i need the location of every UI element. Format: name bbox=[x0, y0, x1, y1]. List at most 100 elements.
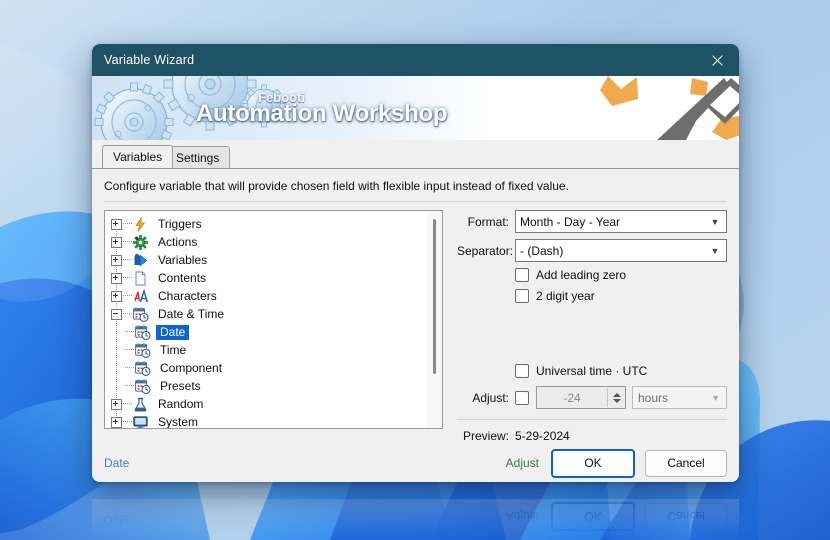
variable-arrow-icon bbox=[133, 253, 150, 268]
adjust-label: Adjust: bbox=[472, 390, 509, 405]
tab-variables[interactable]: Variables bbox=[102, 145, 174, 168]
tree-connector bbox=[123, 295, 132, 297]
calendar-clock-icon bbox=[135, 378, 152, 394]
leading-zero-label: Add leading zero bbox=[536, 268, 627, 282]
tree-item-label: Variables bbox=[158, 252, 208, 267]
format-select[interactable]: Month - Day - Year ▼ bbox=[515, 210, 727, 233]
tree-connector bbox=[123, 421, 132, 423]
dialog-title: Variable Wizard bbox=[104, 53, 195, 67]
tree-item-date-time[interactable]: Date & Time bbox=[105, 305, 442, 323]
tree-item-presets[interactable]: Presets bbox=[105, 377, 442, 395]
adjust-value: -24 bbox=[563, 390, 581, 405]
tree-item-system[interactable]: System bbox=[105, 413, 442, 428]
two-digit-year-label: 2 digit year bbox=[536, 289, 595, 303]
tree-item-triggers[interactable]: Triggers bbox=[105, 215, 442, 233]
tree-connector bbox=[123, 277, 132, 279]
tree-connector bbox=[125, 349, 134, 351]
tree-item-date[interactable]: Date bbox=[105, 323, 442, 341]
brand-product: Automation Workshop bbox=[196, 100, 448, 127]
tree-item-label: Time bbox=[160, 342, 187, 357]
tree-connector bbox=[123, 241, 132, 243]
dialog-description: Configure variable that will provide cho… bbox=[104, 179, 569, 193]
options-pane: Format: Month - Day - Year ▼ Separator: … bbox=[443, 210, 727, 443]
calendar-clock-icon bbox=[135, 342, 152, 358]
separator-value: - (Dash) bbox=[520, 243, 564, 258]
variable-tree[interactable]: Triggers Actions Variables Contents Characte… bbox=[104, 210, 443, 429]
adjust-link[interactable]: Adjust bbox=[506, 456, 539, 470]
tab-bar: Variables Settings bbox=[102, 145, 739, 168]
preview-value: 5-29-2024 bbox=[515, 429, 570, 443]
tree-connector bbox=[123, 259, 132, 261]
stepper-arrows-icon[interactable] bbox=[607, 388, 625, 407]
expand-icon[interactable] bbox=[111, 236, 122, 248]
tree-item-label: Component bbox=[160, 360, 223, 375]
tab-underline bbox=[92, 168, 739, 169]
options-divider bbox=[457, 419, 727, 420]
tree-connector bbox=[123, 223, 132, 225]
tree-rows: Triggers Actions Variables Contents Characte… bbox=[105, 211, 442, 428]
tree-connector bbox=[123, 313, 132, 315]
tree-connector bbox=[125, 331, 134, 333]
chevron-down-icon: ▼ bbox=[710, 216, 720, 227]
separator-row: Separator: - (Dash) ▼ bbox=[457, 239, 727, 262]
tree-item-label: Actions bbox=[158, 234, 198, 249]
scrollbar-thumb[interactable] bbox=[433, 219, 436, 374]
vertical-scrollbar[interactable] bbox=[427, 211, 442, 428]
format-value: Month - Day - Year bbox=[520, 214, 621, 229]
expand-icon[interactable] bbox=[111, 272, 122, 284]
close-icon[interactable] bbox=[695, 44, 739, 76]
expand-icon[interactable] bbox=[111, 416, 122, 428]
two-digit-year-checkbox[interactable] bbox=[515, 289, 529, 303]
separator-label: Separator: bbox=[457, 243, 514, 258]
separator-select[interactable]: - (Dash) ▼ bbox=[515, 239, 727, 262]
tree-connector bbox=[125, 385, 134, 387]
adjust-checkbox[interactable] bbox=[515, 390, 529, 405]
adjust-row: Adjust: -24 hours ▼ bbox=[457, 386, 727, 409]
cancel-button[interactable]: Cancel bbox=[645, 449, 727, 477]
expand-icon[interactable] bbox=[111, 398, 122, 410]
utc-row[interactable]: Universal time · UTC bbox=[515, 364, 727, 378]
ok-button[interactable]: OK bbox=[551, 448, 635, 478]
two-digit-year-row[interactable]: 2 digit year bbox=[515, 289, 727, 303]
tab-variables-label: Variables bbox=[113, 150, 163, 164]
document-icon bbox=[133, 271, 150, 286]
expand-icon[interactable] bbox=[111, 290, 122, 302]
chevron-down-icon: ▼ bbox=[711, 392, 720, 403]
monitor-icon bbox=[133, 415, 150, 428]
tree-item-label: Random bbox=[158, 396, 204, 411]
flask-icon bbox=[133, 397, 150, 412]
collapse-icon[interactable] bbox=[111, 308, 122, 320]
expand-icon[interactable] bbox=[111, 218, 122, 230]
context-link[interactable]: Date bbox=[104, 456, 129, 470]
tree-item-label: Date & Time bbox=[158, 306, 225, 321]
format-label: Format: bbox=[467, 214, 509, 229]
adjust-stepper[interactable]: -24 bbox=[536, 386, 626, 409]
lightning-icon bbox=[133, 215, 150, 232]
dialog-footer: Date Adjust OK Cancel bbox=[92, 443, 739, 482]
brand-lockup: Febooti Automation Workshop bbox=[178, 80, 598, 140]
calendar-clock-icon bbox=[135, 324, 152, 340]
tree-item-label: Triggers bbox=[158, 216, 202, 231]
tree-item-component[interactable]: Component bbox=[105, 359, 442, 377]
tree-item-label: Contents bbox=[158, 270, 207, 285]
tree-item-variables[interactable]: Variables bbox=[105, 251, 442, 269]
tree-item-contents[interactable]: Contents bbox=[105, 269, 442, 287]
tree-item-characters[interactable]: Characters bbox=[105, 287, 442, 305]
tree-item-random[interactable]: Random bbox=[105, 395, 442, 413]
tree-item-label: Presets bbox=[160, 378, 201, 393]
tab-settings[interactable]: Settings bbox=[165, 146, 231, 168]
leading-zero-checkbox[interactable] bbox=[515, 268, 529, 282]
gear-icon bbox=[133, 234, 150, 250]
tree-item-actions[interactable]: Actions bbox=[105, 233, 442, 251]
tree-item-time[interactable]: Time bbox=[105, 341, 442, 359]
adjust-unit-value: hours bbox=[638, 390, 669, 405]
preview-row: Preview: 5-29-2024 bbox=[457, 429, 727, 443]
leading-zero-row[interactable]: Add leading zero bbox=[515, 268, 727, 282]
calendar-clock-icon bbox=[133, 306, 150, 322]
utc-checkbox[interactable] bbox=[515, 364, 529, 378]
adjust-unit-select[interactable]: hours ▼ bbox=[632, 386, 727, 409]
expand-icon[interactable] bbox=[111, 254, 122, 266]
chevron-down-icon: ▼ bbox=[710, 245, 720, 256]
content-panes: Triggers Actions Variables Contents Characte… bbox=[92, 202, 739, 443]
tree-item-label: Characters bbox=[158, 288, 217, 303]
